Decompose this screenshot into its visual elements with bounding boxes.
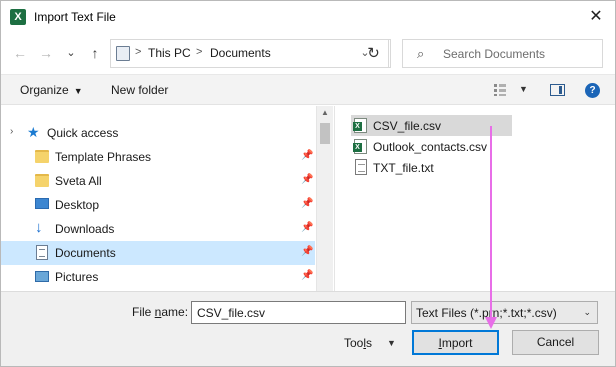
documents-icon bbox=[36, 245, 48, 260]
chevron-down-icon: ⌄ bbox=[583, 307, 591, 317]
recent-locations-chevron-icon[interactable]: ⌄ bbox=[61, 43, 81, 63]
new-folder-button[interactable]: New folder bbox=[111, 83, 168, 97]
csv-file-icon bbox=[353, 118, 367, 133]
sidebar-item-label: Documents bbox=[55, 246, 116, 260]
breadcrumb-this-pc[interactable]: This PC bbox=[148, 46, 191, 60]
file-name-label-part: File bbox=[132, 305, 155, 319]
help-icon[interactable]: ? bbox=[585, 83, 600, 98]
organize-menu[interactable]: Organize ▼ bbox=[20, 83, 83, 97]
breadcrumb-documents[interactable]: Documents bbox=[210, 46, 271, 60]
preview-pane-icon[interactable] bbox=[550, 84, 565, 96]
pictures-icon bbox=[35, 271, 49, 282]
sidebar-item-label: Sveta All bbox=[55, 174, 102, 188]
file-item-outlook-contacts[interactable]: Outlook_contacts.csv bbox=[351, 136, 512, 157]
csv-file-icon bbox=[353, 139, 367, 154]
forward-arrow-icon[interactable]: → bbox=[36, 43, 56, 63]
cancel-button[interactable]: Cancel bbox=[512, 330, 599, 355]
sidebar-item-downloads[interactable]: ↓ Downloads 📌 bbox=[1, 217, 315, 241]
tools-label-part: Too bbox=[344, 336, 364, 350]
pin-icon: 📌 bbox=[301, 198, 314, 209]
pin-icon: 📌 bbox=[301, 150, 314, 161]
download-icon: ↓ bbox=[35, 219, 43, 236]
up-arrow-icon[interactable]: ↑ bbox=[85, 43, 105, 63]
file-name-label: File name: bbox=[132, 305, 188, 319]
tools-menu[interactable]: Tools bbox=[344, 336, 372, 350]
import-text-file-dialog: X Import Text File ✕ ← → ⌄ ↑ > This PC >… bbox=[0, 0, 616, 367]
import-label-part: mport bbox=[441, 336, 473, 350]
sidebar-item-label: Pictures bbox=[55, 270, 99, 284]
pin-icon: 📌 bbox=[301, 246, 314, 257]
pin-icon: 📌 bbox=[301, 222, 314, 233]
sidebar-item-documents[interactable]: Documents 📌 bbox=[1, 241, 315, 265]
sidebar-item-label: Template Phrases bbox=[55, 150, 152, 164]
sidebar-item-desktop[interactable]: Desktop 📌 bbox=[1, 193, 315, 217]
back-arrow-icon[interactable]: ← bbox=[10, 43, 30, 63]
view-dropdown-icon[interactable]: ▼ bbox=[519, 84, 528, 94]
sidebar-item-label: Quick access bbox=[47, 126, 119, 140]
text-file-icon bbox=[355, 159, 367, 175]
annotation-arrow-line bbox=[490, 126, 492, 323]
window-title: Import Text File bbox=[34, 10, 116, 24]
file-item-csv-file[interactable]: CSV_file.csv bbox=[351, 115, 512, 136]
sidebar-scrollbar[interactable]: ▲ bbox=[316, 106, 333, 291]
search-icon: ⌕ bbox=[417, 46, 425, 61]
sidebar-item-label: Downloads bbox=[55, 222, 115, 236]
file-name-input[interactable]: CSV_file.csv bbox=[191, 301, 406, 324]
navigation-pane: › ★ Quick access Template Phrases 📌 Svet… bbox=[1, 106, 333, 291]
file-type-select[interactable]: Text Files (*.prn;*.txt;*.csv) ⌄ bbox=[411, 301, 598, 324]
dialog-footer: File name: CSV_file.csv Text Files (*.pr… bbox=[1, 291, 615, 366]
view-options-icon[interactable] bbox=[493, 83, 507, 97]
expand-chevron-icon[interactable]: › bbox=[10, 126, 13, 137]
title-bar: X Import Text File ✕ bbox=[1, 1, 615, 33]
command-toolbar: Organize ▼ New folder ▼ ? bbox=[1, 74, 615, 105]
annotation-arrow-head bbox=[485, 317, 497, 329]
desktop-icon bbox=[35, 198, 49, 209]
this-pc-icon bbox=[116, 46, 130, 61]
tools-caret-icon[interactable]: ▼ bbox=[387, 338, 396, 348]
close-button[interactable]: ✕ bbox=[585, 6, 607, 28]
file-item-txt-file[interactable]: TXT_file.txt bbox=[351, 157, 512, 178]
refresh-button[interactable]: ↻ bbox=[359, 39, 389, 68]
file-name-label-part: ame: bbox=[161, 305, 189, 319]
import-button[interactable]: Import bbox=[412, 330, 499, 355]
star-icon: ★ bbox=[27, 124, 40, 140]
file-list: CSV_file.csv Outlook_contacts.csv TXT_fi… bbox=[334, 106, 615, 291]
scroll-up-icon[interactable]: ▲ bbox=[321, 108, 329, 117]
pin-icon: 📌 bbox=[301, 174, 314, 185]
sidebar-item-quick-access[interactable]: › ★ Quick access bbox=[1, 121, 315, 145]
organize-label: Organize bbox=[20, 83, 69, 97]
file-name-label: TXT_file.txt bbox=[373, 161, 434, 175]
file-name-label: CSV_file.csv bbox=[373, 119, 442, 133]
caret-down-icon: ▼ bbox=[73, 86, 83, 96]
breadcrumb-separator: > bbox=[196, 46, 203, 58]
navigation-bar: ← → ⌄ ↑ > This PC > Documents ⌄ ↻ ⌕ Sear… bbox=[1, 33, 615, 73]
folder-icon bbox=[35, 174, 49, 187]
search-box[interactable]: ⌕ Search Documents bbox=[402, 39, 603, 68]
tools-label-part: s bbox=[366, 336, 373, 350]
sidebar-item-template-phrases[interactable]: Template Phrases 📌 bbox=[1, 145, 315, 169]
breadcrumb-separator: > bbox=[135, 46, 142, 58]
sidebar-item-label: Desktop bbox=[55, 198, 100, 212]
address-bar[interactable]: > This PC > Documents bbox=[110, 39, 391, 68]
file-name-label: Outlook_contacts.csv bbox=[373, 140, 488, 154]
pin-icon: 📌 bbox=[301, 270, 314, 281]
excel-icon: X bbox=[10, 9, 26, 25]
search-input[interactable]: Search Documents bbox=[443, 47, 545, 61]
folder-icon bbox=[35, 150, 49, 163]
sidebar-item-sveta-all[interactable]: Sveta All 📌 bbox=[1, 169, 315, 193]
scrollbar-thumb[interactable] bbox=[320, 123, 330, 144]
sidebar-item-pictures[interactable]: Pictures 📌 bbox=[1, 265, 315, 289]
